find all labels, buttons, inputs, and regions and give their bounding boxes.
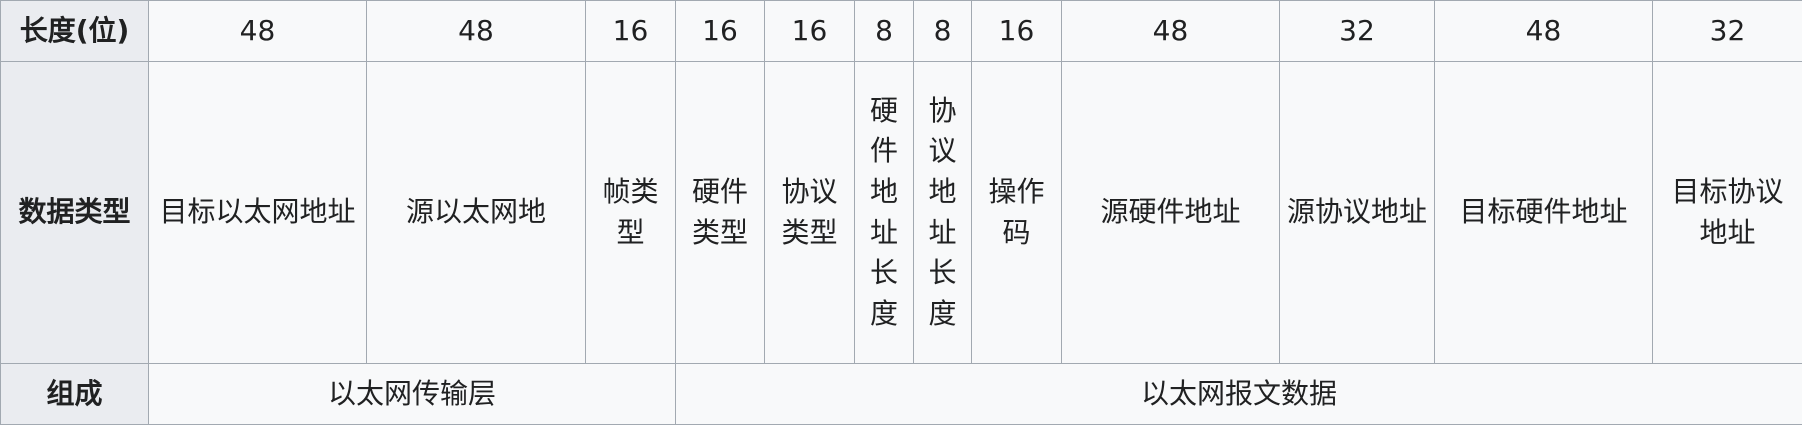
length-cell: 48	[367, 1, 586, 62]
data-type-cell: 协议类型	[765, 62, 855, 364]
composition-row: 组成 以太网传输层 以太网报文数据	[1, 364, 1802, 425]
length-row: 长度(位) 48 48 16 16 16 8 8 16 48 32 48 32	[1, 1, 1802, 62]
row-header-composition: 组成	[1, 364, 149, 425]
data-type-cell: 协议地址长度	[914, 62, 972, 364]
length-cell: 48	[1062, 1, 1280, 62]
length-cell: 32	[1653, 1, 1802, 62]
composition-ethernet-transport: 以太网传输层	[149, 364, 676, 425]
length-cell: 48	[1435, 1, 1653, 62]
length-cell: 32	[1280, 1, 1435, 62]
length-cell: 16	[586, 1, 676, 62]
length-cell: 8	[914, 1, 972, 62]
arp-frame-table: 长度(位) 48 48 16 16 16 8 8 16 48 32 48 32 …	[0, 0, 1802, 425]
length-cell: 8	[855, 1, 914, 62]
row-header-length: 长度(位)	[1, 1, 149, 62]
data-type-row: 数据类型 目标以太网地址 源以太网地 帧类型 硬件类型 协议类型 硬件地址长度 …	[1, 62, 1802, 364]
data-type-cell: 帧类型	[586, 62, 676, 364]
data-type-cell: 硬件地址长度	[855, 62, 914, 364]
data-type-cell: 目标以太网地址	[149, 62, 367, 364]
length-cell: 16	[765, 1, 855, 62]
data-type-cell: 源硬件地址	[1062, 62, 1280, 364]
composition-ethernet-payload: 以太网报文数据	[676, 364, 1802, 425]
data-type-cell: 目标协议地址	[1653, 62, 1802, 364]
data-type-cell: 源协议地址	[1280, 62, 1435, 364]
data-type-cell: 目标硬件地址	[1435, 62, 1653, 364]
length-cell: 16	[676, 1, 765, 62]
data-type-cell: 操作码	[972, 62, 1062, 364]
data-type-cell: 硬件类型	[676, 62, 765, 364]
length-cell: 48	[149, 1, 367, 62]
length-cell: 16	[972, 1, 1062, 62]
row-header-data-type: 数据类型	[1, 62, 149, 364]
data-type-cell: 源以太网地	[367, 62, 586, 364]
